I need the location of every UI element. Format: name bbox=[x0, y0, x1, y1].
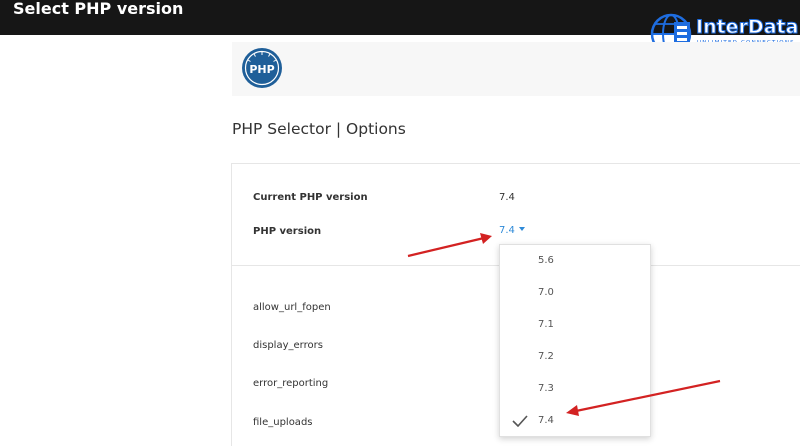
chevron-down-icon bbox=[518, 227, 525, 231]
dropdown-option-label: 7.0 bbox=[538, 287, 554, 298]
php-logo-text: PHP bbox=[249, 63, 274, 76]
php-logo-icon: PHP bbox=[242, 48, 282, 88]
option-label: display_errors bbox=[253, 340, 323, 351]
option-label: allow_url_fopen bbox=[253, 302, 331, 313]
dropdown-option-label: 5.6 bbox=[538, 255, 554, 266]
option-label: file_uploads bbox=[253, 417, 313, 428]
option-label: error_reporting bbox=[253, 378, 329, 389]
dropdown-option[interactable]: 7.0 bbox=[500, 279, 650, 307]
dropdown-option[interactable]: 7.3 bbox=[500, 375, 650, 403]
php-version-selected: 7.4 bbox=[499, 225, 515, 236]
php-version-dropdown[interactable]: 7.4 bbox=[499, 224, 525, 238]
dropdown-option-label: 7.3 bbox=[538, 383, 554, 394]
checkmark-icon bbox=[512, 415, 528, 427]
dropdown-option-label: 7.1 bbox=[538, 319, 554, 330]
version-dropdown-menu: 5.6 7.0 7.1 7.2 7.3 7.4 bbox=[499, 244, 651, 437]
dropdown-option[interactable]: 7.1 bbox=[500, 311, 650, 339]
dropdown-option-selected[interactable]: 7.4 bbox=[500, 407, 650, 435]
window-title: Select PHP version bbox=[13, 0, 184, 18]
page-title: PHP Selector | Options bbox=[232, 120, 406, 138]
current-version-value: 7.4 bbox=[499, 192, 515, 203]
php-header: PHP bbox=[232, 42, 800, 96]
php-version-label: PHP version bbox=[253, 226, 322, 237]
dropdown-option-label: 7.4 bbox=[538, 415, 554, 426]
dropdown-option[interactable]: 7.2 bbox=[500, 343, 650, 371]
brand-name: InterData bbox=[695, 16, 799, 38]
dropdown-option-label: 7.2 bbox=[538, 351, 554, 362]
current-version-label: Current PHP version bbox=[253, 192, 368, 203]
dropdown-option[interactable]: 5.6 bbox=[500, 247, 650, 275]
